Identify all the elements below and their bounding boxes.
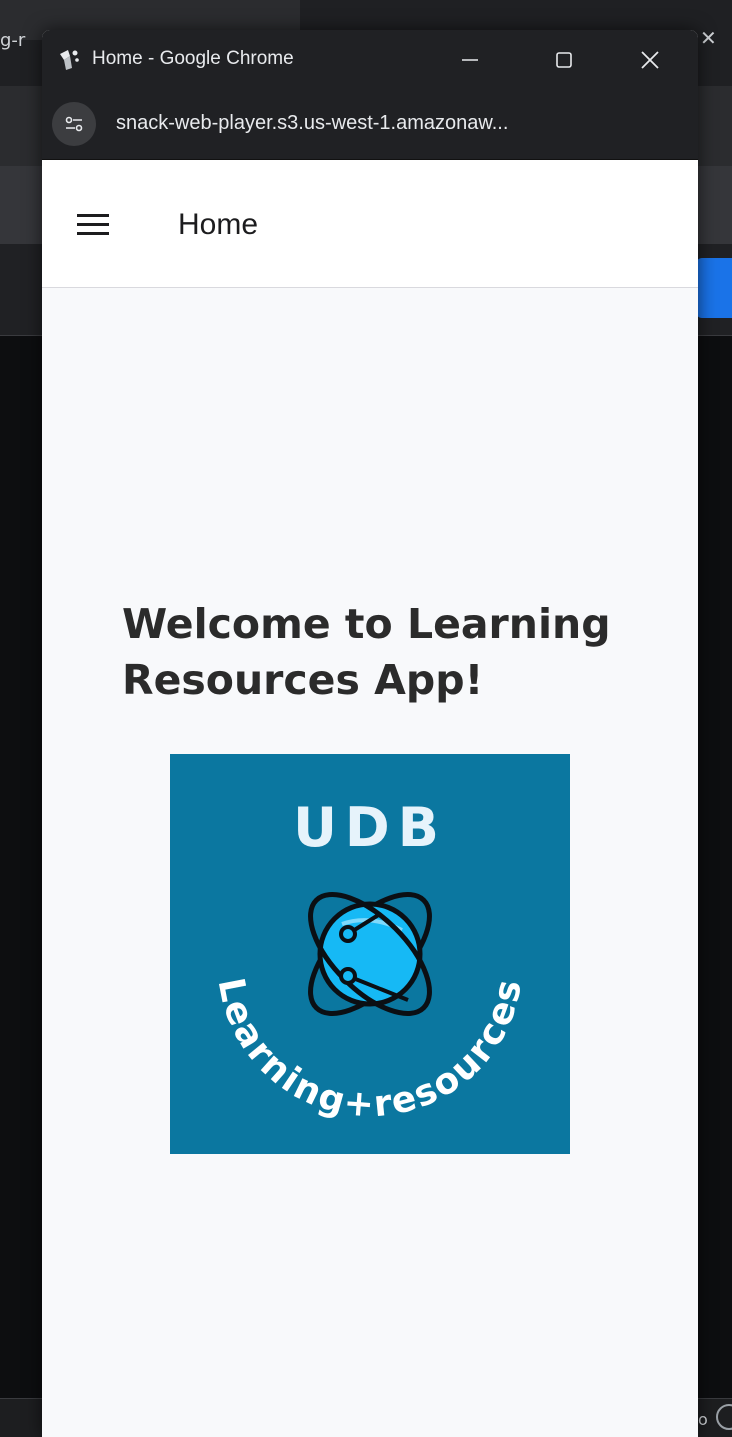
hamburger-menu-icon: [77, 214, 109, 235]
window-title: Home - Google Chrome: [92, 48, 294, 69]
background-status-text: o: [698, 1410, 708, 1429]
home-content: Welcome to Learning Resources App! UDB L…: [42, 288, 698, 1437]
header-title: Home: [178, 208, 259, 241]
logo-top-text: UDB: [293, 796, 447, 859]
maximize-icon: [556, 52, 572, 68]
window-titlebar[interactable]: Home - Google Chrome: [42, 30, 698, 88]
app-header: Home: [42, 160, 698, 288]
menu-button[interactable]: [72, 204, 114, 244]
close-icon: [641, 51, 659, 69]
site-info-button[interactable]: [52, 102, 96, 146]
tune-icon: [65, 116, 83, 132]
url-text[interactable]: snack-web-player.s3.us-west-1.amazonaw..…: [116, 112, 508, 135]
minimize-icon: [462, 59, 478, 61]
welcome-heading: Welcome to Learning Resources App!: [122, 600, 611, 704]
maximize-button[interactable]: [542, 38, 586, 82]
popup-window: Home - Google Chrome snack-web-player.s3…: [42, 30, 698, 1437]
snack-app-icon: [60, 50, 79, 70]
background-close-icon[interactable]: ✕: [700, 28, 717, 48]
address-bar[interactable]: snack-web-player.s3.us-west-1.amazonaw..…: [42, 88, 698, 160]
udb-logo: UDB Learning+resources: [170, 754, 570, 1154]
minimize-button[interactable]: [448, 38, 492, 82]
background-tab-text: g-r: [0, 30, 26, 51]
background-blue-button[interactable]: [696, 258, 732, 318]
close-button[interactable]: [628, 38, 672, 82]
